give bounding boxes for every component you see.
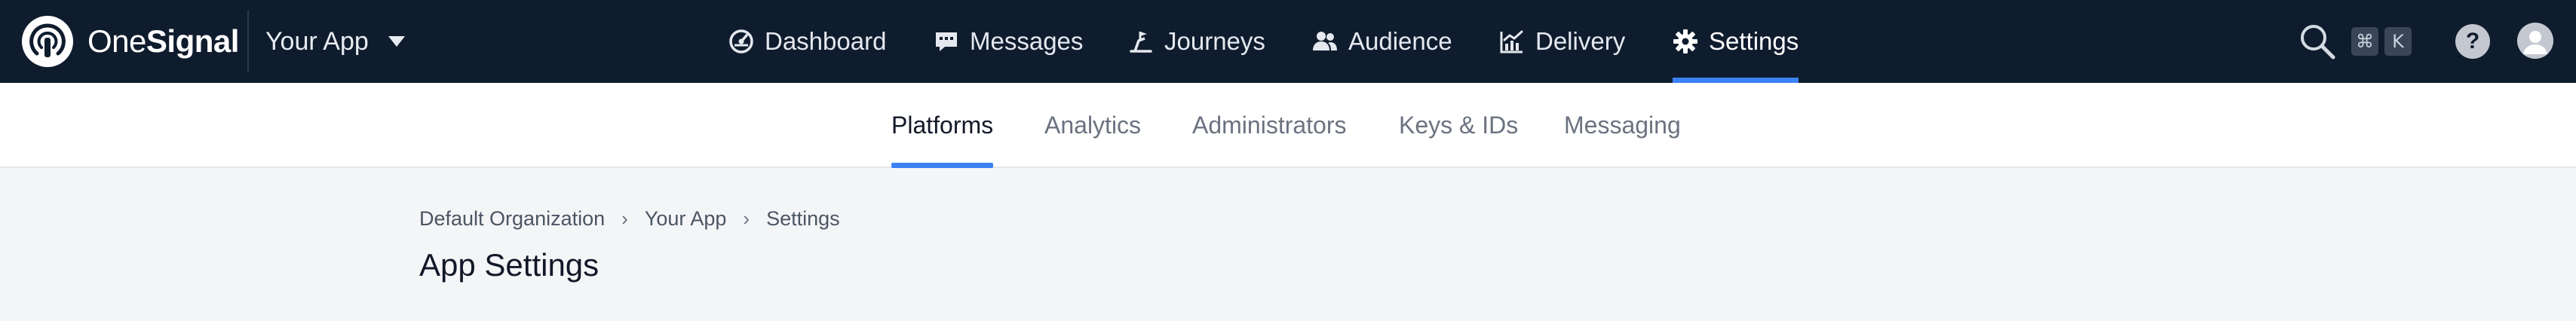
top-navigation-bar: OneSignal Your App Dashboard Messages Jo…	[0, 0, 2576, 83]
breadcrumb-item-organization[interactable]: Default Organization	[419, 207, 605, 231]
tab-administrators[interactable]: Administrators	[1192, 83, 1347, 168]
brand-name-signal: Signal	[146, 23, 240, 59]
nav-label: Audience	[1348, 27, 1452, 55]
tab-platforms[interactable]: Platforms	[891, 83, 994, 168]
caret-down-icon	[388, 36, 405, 47]
audience-icon	[1312, 29, 1338, 54]
tab-keys-and-ids[interactable]: Keys & IDs	[1399, 83, 1518, 168]
journeys-icon	[1128, 29, 1154, 54]
nav-dashboard[interactable]: Dashboard	[728, 0, 886, 83]
user-avatar-icon	[2517, 23, 2553, 59]
dashboard-icon	[728, 29, 754, 54]
help-button[interactable]: ?	[2455, 24, 2490, 59]
brand-name-one: One	[87, 23, 146, 59]
onesignal-logo[interactable]: OneSignal	[21, 15, 239, 68]
page-title: App Settings	[419, 247, 600, 283]
breadcrumb-separator: ›	[743, 206, 750, 230]
brand-name: OneSignal	[87, 23, 239, 60]
settings-subnav: Platforms Analytics Administrators Keys …	[0, 83, 2576, 168]
nav-label: Settings	[1709, 27, 1799, 55]
app-switcher-label: Your App	[265, 26, 369, 56]
nav-delivery[interactable]: Delivery	[1499, 0, 1625, 83]
avatar[interactable]	[2517, 23, 2553, 59]
message-icon	[934, 29, 959, 54]
breadcrumb-item-app[interactable]: Your App	[645, 207, 727, 231]
nav-audience[interactable]: Audience	[1312, 0, 1452, 83]
shortcut-cmd-key: ⌘	[2351, 27, 2378, 56]
app-switcher-dropdown[interactable]: Your App	[265, 21, 405, 62]
breadcrumb: Default Organization › Your App › Settin…	[419, 205, 840, 232]
onesignal-logo-icon	[22, 16, 73, 67]
header-divider	[247, 11, 249, 72]
delivery-chart-icon	[1499, 29, 1525, 54]
nav-label: Delivery	[1535, 27, 1626, 55]
nav-label: Journeys	[1164, 27, 1265, 55]
search-icon[interactable]	[2298, 23, 2336, 60]
nav-label: Messages	[970, 27, 1084, 55]
tab-messaging[interactable]: Messaging	[1564, 83, 1681, 168]
gear-icon	[1673, 29, 1698, 54]
nav-settings[interactable]: Settings	[1673, 0, 1799, 83]
tab-analytics[interactable]: Analytics	[1044, 83, 1141, 168]
breadcrumb-item-settings: Settings	[766, 206, 840, 230]
nav-messages[interactable]: Messages	[934, 0, 1083, 83]
nav-journeys[interactable]: Journeys	[1128, 0, 1265, 83]
shortcut-k-key: K	[2384, 27, 2412, 56]
nav-label: Dashboard	[765, 27, 887, 55]
breadcrumb-separator: ›	[621, 206, 628, 230]
